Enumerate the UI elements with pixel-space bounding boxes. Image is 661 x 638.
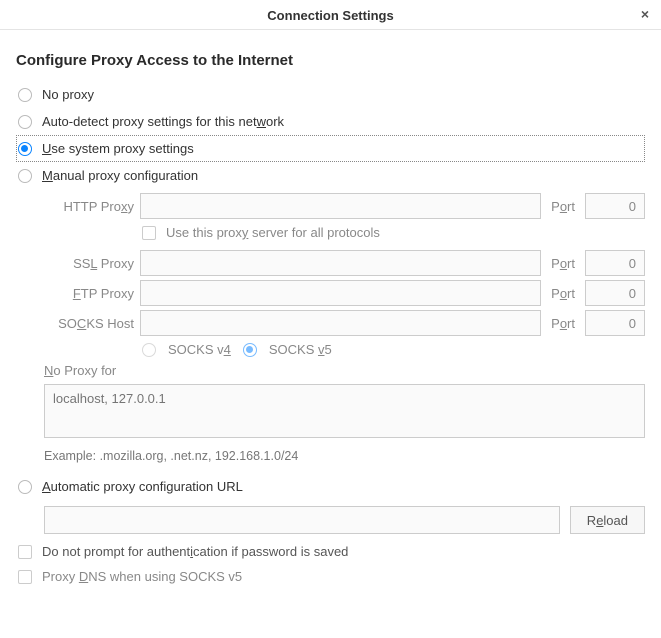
socks-port-label: Port xyxy=(547,316,579,331)
checkbox-icon xyxy=(18,570,32,584)
option-auto-url[interactable]: Automatic proxy configuration URL xyxy=(16,473,645,500)
checkbox-icon xyxy=(142,226,156,240)
ssl-proxy-input[interactable] xyxy=(140,250,541,276)
http-proxy-input[interactable] xyxy=(140,193,541,219)
radio-icon xyxy=(18,169,32,183)
option-no-proxy[interactable]: No proxy xyxy=(16,81,645,108)
no-auth-prompt-label: Do not prompt for authentication if pass… xyxy=(42,544,348,559)
socks-v5-label[interactable]: SOCKS v5 xyxy=(269,342,332,357)
proxy-dns-socks5[interactable]: Proxy DNS when using SOCKS v5 xyxy=(18,569,643,584)
radio-icon xyxy=(243,343,257,357)
ssl-proxy-label: SSL Proxy xyxy=(44,256,134,271)
pac-url-input[interactable] xyxy=(44,506,560,534)
option-use-system-label: Use system proxy settings xyxy=(42,141,194,156)
ftp-proxy-row: FTP Proxy Port xyxy=(44,280,645,306)
socks-port-input[interactable] xyxy=(585,310,645,336)
no-auth-prompt[interactable]: Do not prompt for authentication if pass… xyxy=(18,544,643,559)
option-manual-label: Manual proxy configuration xyxy=(42,168,198,183)
dialog-title: Connection Settings xyxy=(267,8,393,23)
option-use-system[interactable]: Use system proxy settings xyxy=(16,135,645,162)
close-icon[interactable]: × xyxy=(641,7,649,21)
radio-icon xyxy=(18,115,32,129)
http-port-input[interactable] xyxy=(585,193,645,219)
radio-icon xyxy=(18,142,32,156)
no-proxy-example: Example: .mozilla.org, .net.nz, 192.168.… xyxy=(44,449,645,463)
ssl-port-input[interactable] xyxy=(585,250,645,276)
socks-version-row: SOCKS v4 SOCKS v5 xyxy=(142,342,645,357)
no-proxy-block: No Proxy for Example: .mozilla.org, .net… xyxy=(44,363,645,463)
no-proxy-textarea[interactable] xyxy=(44,384,645,438)
http-proxy-label: HTTP Proxy xyxy=(44,199,134,214)
checkbox-icon xyxy=(18,545,32,559)
use-all-protocols[interactable]: Use this proxy server for all protocols xyxy=(142,225,645,240)
option-auto-detect-label: Auto-detect proxy settings for this netw… xyxy=(42,114,284,129)
radio-icon xyxy=(142,343,156,357)
option-no-proxy-label: No proxy xyxy=(42,87,94,102)
socks-host-row: SOCKS Host Port xyxy=(44,310,645,336)
option-auto-url-label: Automatic proxy configuration URL xyxy=(42,479,243,494)
socks-v4-label[interactable]: SOCKS v4 xyxy=(168,342,231,357)
socks-host-label: SOCKS Host xyxy=(44,316,134,331)
socks-host-input[interactable] xyxy=(140,310,541,336)
reload-button[interactable]: Reload xyxy=(570,506,645,534)
radio-icon xyxy=(18,480,32,494)
option-auto-detect[interactable]: Auto-detect proxy settings for this netw… xyxy=(16,108,645,135)
no-proxy-label: No Proxy for xyxy=(44,363,645,378)
titlebar: Connection Settings × xyxy=(0,0,661,30)
manual-block: HTTP Proxy Port Use this proxy server fo… xyxy=(16,193,645,463)
use-all-protocols-label: Use this proxy server for all protocols xyxy=(166,225,380,240)
ftp-proxy-label: FTP Proxy xyxy=(44,286,134,301)
ftp-proxy-input[interactable] xyxy=(140,280,541,306)
http-proxy-row: HTTP Proxy Port xyxy=(44,193,645,219)
proxy-dns-socks5-label: Proxy DNS when using SOCKS v5 xyxy=(42,569,242,584)
option-manual[interactable]: Manual proxy configuration xyxy=(16,162,645,189)
ftp-port-label: Port xyxy=(547,286,579,301)
ssl-port-label: Port xyxy=(547,256,579,271)
pac-row: Reload xyxy=(44,506,645,534)
ftp-port-input[interactable] xyxy=(585,280,645,306)
http-port-label: Port xyxy=(547,199,579,214)
content: Configure Proxy Access to the Internet N… xyxy=(0,30,661,596)
section-title: Configure Proxy Access to the Internet xyxy=(16,52,645,69)
radio-icon xyxy=(18,88,32,102)
ssl-proxy-row: SSL Proxy Port xyxy=(44,250,645,276)
